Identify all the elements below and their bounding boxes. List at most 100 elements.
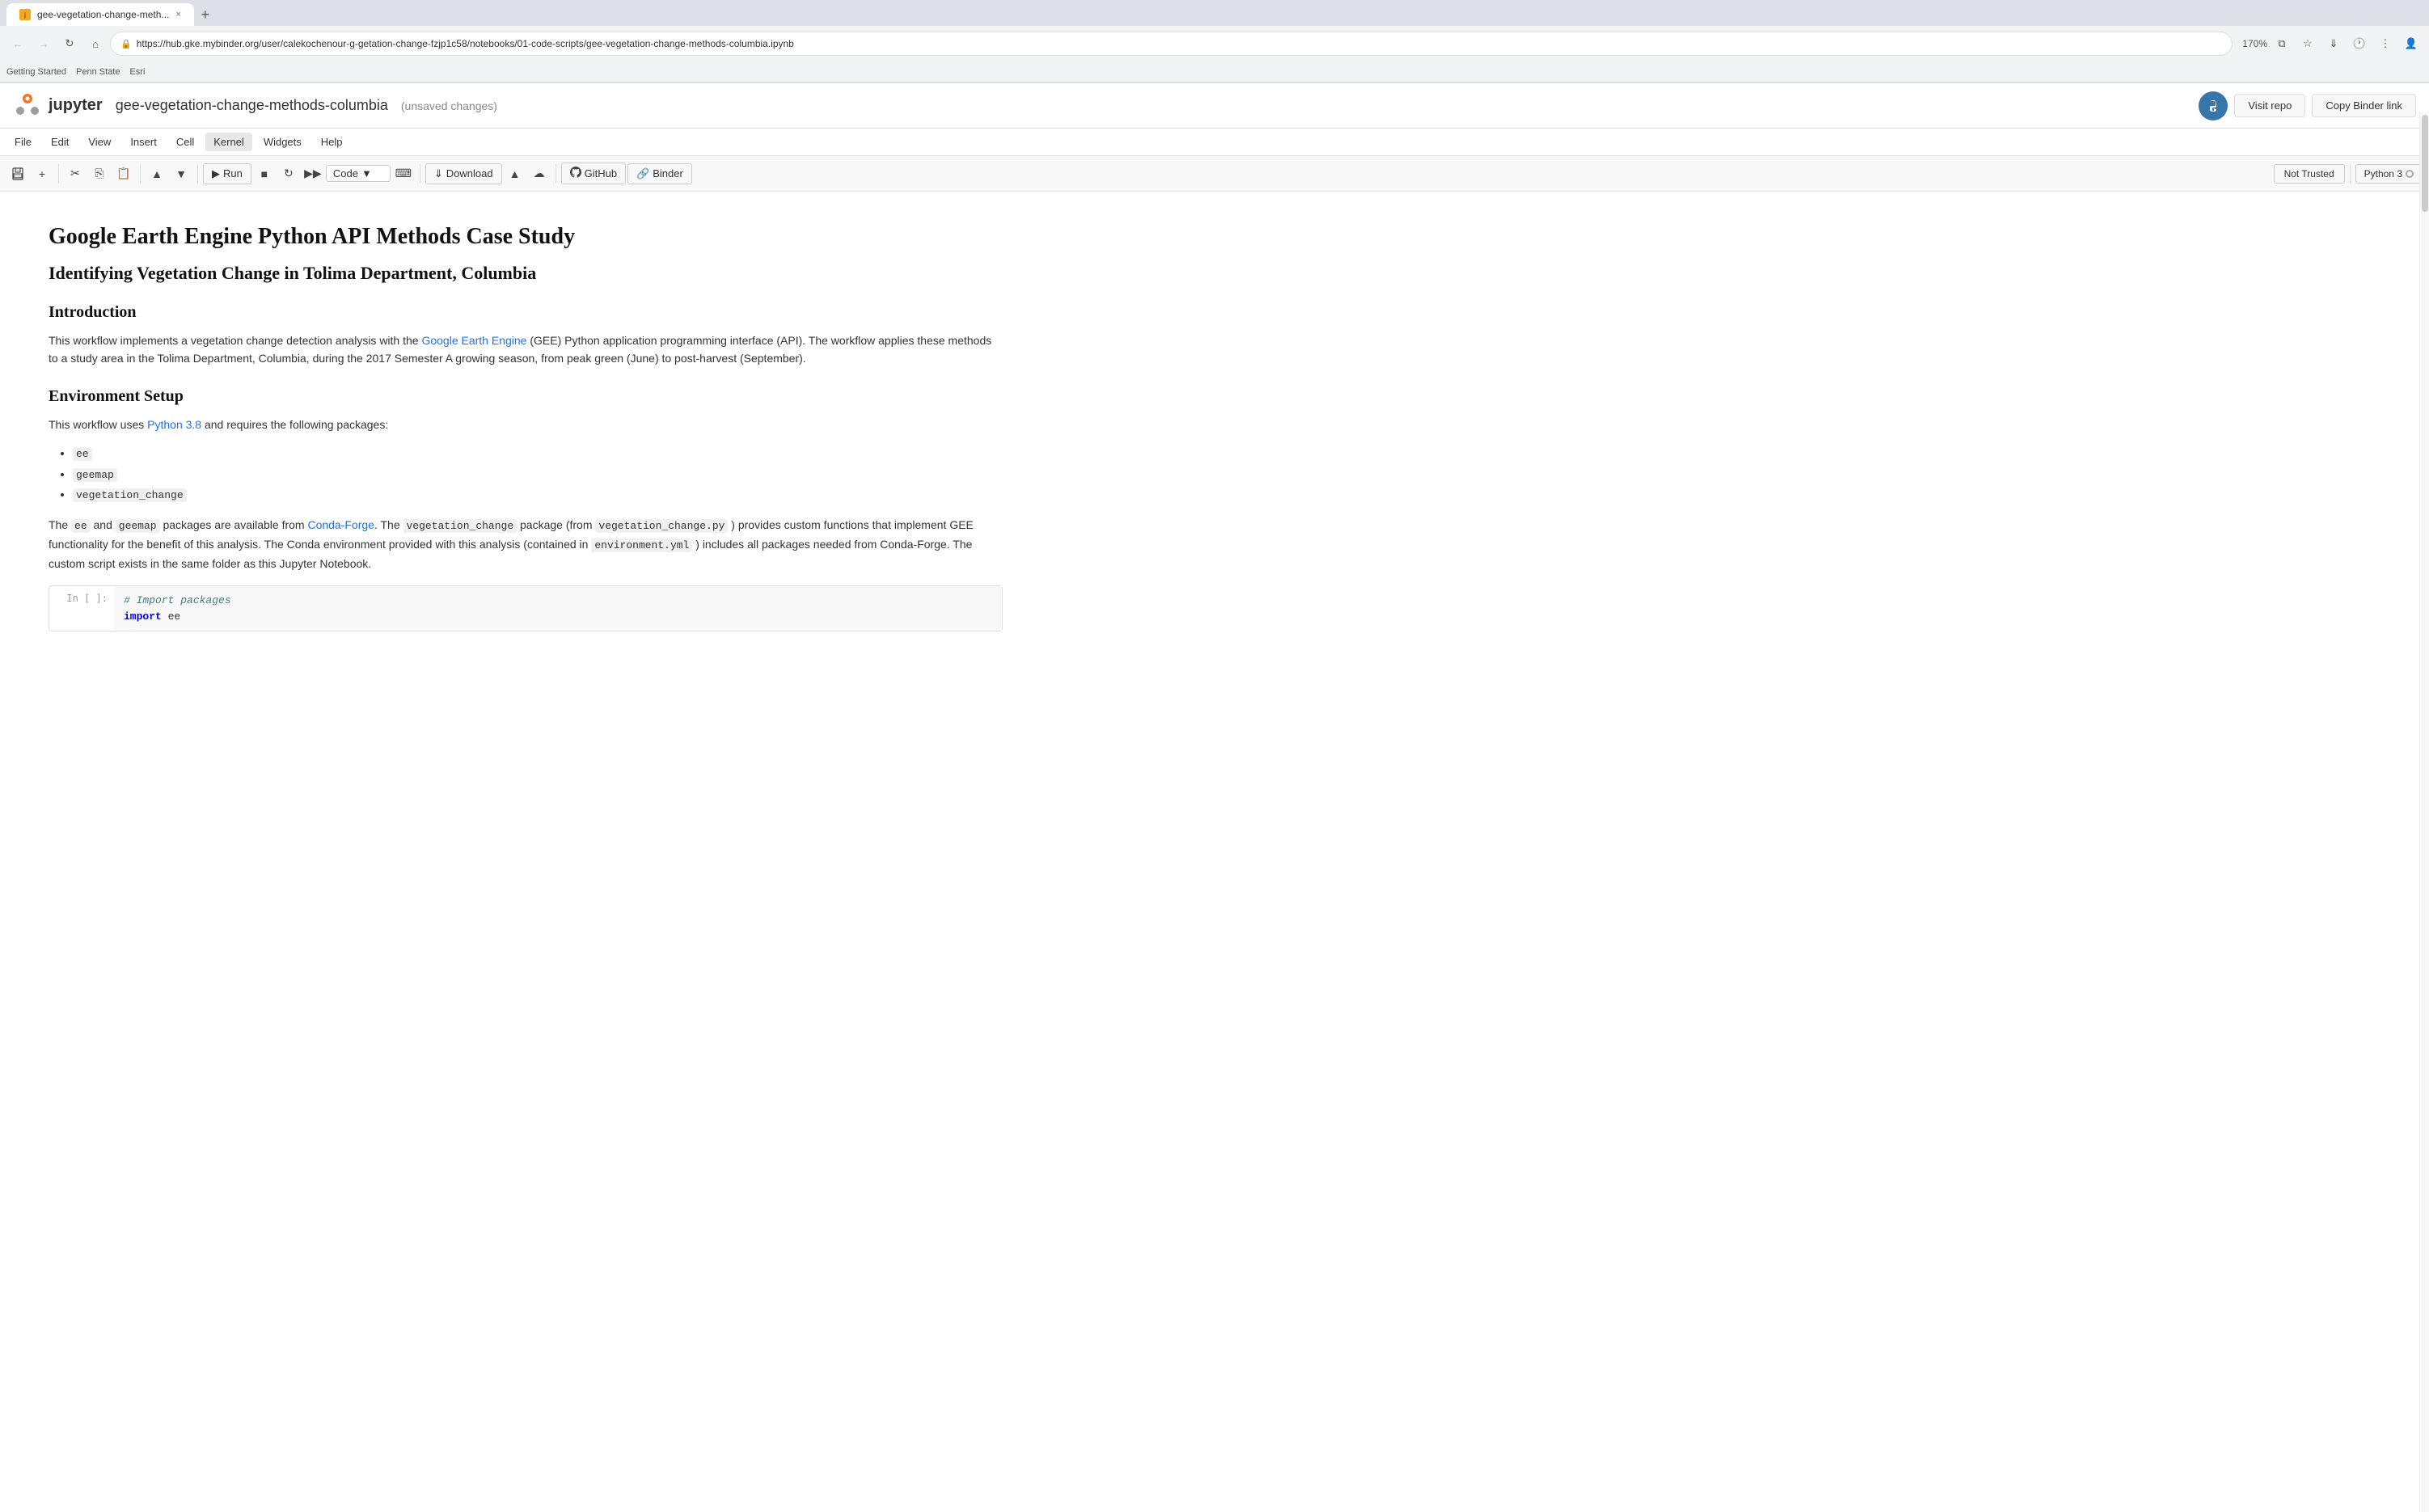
cut-button[interactable]: ✂ — [64, 163, 87, 185]
sep-2 — [140, 164, 141, 184]
menu-view[interactable]: View — [80, 133, 119, 151]
visit-repo-button[interactable]: Visit repo — [2234, 94, 2305, 117]
inline-ee: ee — [71, 519, 91, 533]
stop-button[interactable]: ■ — [253, 163, 276, 185]
settings-icon[interactable]: ⋮ — [2374, 32, 2397, 55]
conda-forge-link[interactable]: Conda-Forge — [307, 518, 374, 531]
bookmark-getting-started-label: Getting Started — [6, 67, 66, 77]
download-button[interactable]: ⇓ Download — [425, 163, 502, 184]
tab-close-button[interactable]: × — [175, 10, 180, 19]
menu-file[interactable]: File — [6, 133, 40, 151]
bookmark-penn-state[interactable]: Penn State — [76, 67, 120, 77]
extensions-icon[interactable]: ⧉ — [2271, 32, 2293, 55]
back-button[interactable]: ← — [6, 32, 29, 55]
cell-label: In [ ]: — [49, 586, 114, 631]
binder-button[interactable]: 🔗 Binder — [627, 163, 692, 184]
sep-6 — [2350, 164, 2351, 184]
cell-type-arrow: ▼ — [361, 167, 372, 179]
scrollbar[interactable] — [2419, 112, 2429, 1512]
download-browser-icon[interactable]: ⇓ — [2322, 32, 2345, 55]
jupyter-menubar: File Edit View Insert Cell Kernel Widget… — [0, 129, 2429, 156]
restart-run-all-button[interactable]: ▶▶ — [302, 163, 324, 185]
notebook-main-title: Google Earth Engine Python API Methods C… — [49, 224, 1003, 250]
inline-yml: environment.yml — [591, 538, 692, 552]
notebook-subtitle: Identifying Vegetation Change in Tolima … — [49, 263, 1003, 284]
inline-script: vegetation_change.py — [595, 519, 728, 533]
save-button[interactable] — [6, 163, 29, 185]
setup-paragraph-1: This workflow uses Python 3.8 and requir… — [49, 416, 1003, 433]
sep-3 — [197, 164, 198, 184]
package-geemap-code: geemap — [73, 468, 117, 482]
menu-kernel[interactable]: Kernel — [205, 133, 252, 151]
paste-button[interactable]: 📋 — [112, 163, 135, 185]
menu-insert[interactable]: Insert — [122, 133, 165, 151]
run-button[interactable]: ▶ Run — [203, 163, 251, 184]
notebook-title[interactable]: gee-vegetation-change-methods-columbia — [116, 97, 388, 114]
kernel-status-circle — [2406, 170, 2414, 178]
scrollbar-thumb[interactable] — [2422, 115, 2428, 212]
header-right: Visit repo Copy Binder link — [2199, 91, 2416, 120]
package-vegetation-change: vegetation_change — [73, 484, 1003, 505]
menu-widgets[interactable]: Widgets — [256, 133, 310, 151]
github-icon — [570, 167, 581, 180]
sep-1 — [58, 164, 59, 184]
cell-type-dropdown[interactable]: Code ▼ — [326, 165, 391, 182]
reload-button[interactable]: ↻ — [58, 32, 81, 55]
active-tab[interactable]: j gee-vegetation-change-meth... × — [6, 3, 194, 26]
python38-link[interactable]: Python 3.8 — [147, 418, 201, 431]
bookmark-icon[interactable]: ☆ — [2296, 32, 2319, 55]
bookmark-esri-label: Esri — [129, 67, 145, 77]
tab-title: gee-vegetation-change-meth... — [37, 9, 169, 20]
move-up-button[interactable]: ▲ — [146, 163, 168, 185]
code-import-line: import ee — [124, 609, 992, 625]
not-trusted-indicator[interactable]: Not Trusted — [2274, 164, 2345, 184]
tab-favicon: j — [19, 9, 31, 20]
code-cell-1[interactable]: In [ ]: # Import packages import ee — [49, 585, 1003, 631]
cloud-download-button[interactable]: ☁ — [528, 163, 551, 185]
home-button[interactable]: ⌂ — [84, 32, 107, 55]
kernel-label: Python 3 — [2364, 168, 2402, 179]
browser-nav: ← → ↻ ⌂ 🔒 https://hub.gke.mybinder.org/u… — [0, 26, 2429, 61]
package-geemap: geemap — [73, 464, 1003, 484]
bookmarks-bar: Getting Started Penn State Esri — [0, 61, 2429, 82]
jupyter-toolbar: + ✂ ⎘ 📋 ▲ ▼ ▶ Run ■ ↻ ▶▶ Code ▼ ⌨ — [0, 156, 2429, 192]
menu-edit[interactable]: Edit — [43, 133, 77, 151]
package-ee-code: ee — [73, 447, 92, 461]
copy-binder-button[interactable]: Copy Binder link — [2312, 94, 2416, 117]
restart-button[interactable]: ↻ — [277, 163, 300, 185]
move-down-button[interactable]: ▼ — [170, 163, 192, 185]
copy-button[interactable]: ⎘ — [88, 163, 111, 185]
binder-label: Binder — [653, 167, 683, 179]
package-vegetation-change-code: vegetation_change — [73, 488, 187, 502]
download-label: Download — [446, 167, 493, 179]
forward-button[interactable]: → — [32, 32, 55, 55]
new-tab-button[interactable]: + — [194, 3, 217, 26]
bookmark-getting-started[interactable]: Getting Started — [6, 67, 66, 77]
code-comment-line: # Import packages — [124, 593, 992, 609]
jupyter-logo-text: jupyter — [49, 96, 103, 115]
github-label: GitHub — [585, 167, 617, 179]
cell-code[interactable]: # Import packages import ee — [114, 586, 1002, 631]
history-icon[interactable]: 🕐 — [2348, 32, 2371, 55]
add-cell-button[interactable]: + — [31, 163, 53, 185]
lock-icon: 🔒 — [120, 39, 132, 49]
package-ee: ee — [73, 443, 1003, 463]
jupyter-wrapper: jupyter gee-vegetation-change-methods-co… — [0, 83, 2429, 1484]
keyboard-shortcuts-button[interactable]: ⌨ — [392, 163, 415, 185]
github-button[interactable]: GitHub — [561, 163, 626, 184]
unsaved-indicator: (unsaved changes) — [401, 99, 497, 112]
cloud-upload-button[interactable]: ▲ — [504, 163, 526, 185]
gee-link[interactable]: Google Earth Engine — [421, 334, 526, 347]
setup-heading: Environment Setup — [49, 387, 1003, 406]
kernel-indicator: Python 3 — [2355, 164, 2423, 184]
run-icon: ▶ — [212, 167, 220, 180]
url-bar[interactable]: 🔒 https://hub.gke.mybinder.org/user/cale… — [110, 32, 2233, 56]
cell-type-value: Code — [333, 167, 358, 179]
intro-paragraph: This workflow implements a vegetation ch… — [49, 332, 1003, 368]
intro-heading: Introduction — [49, 303, 1003, 322]
profile-icon[interactable]: 👤 — [2400, 32, 2423, 55]
nav-right-icons: 170% ⧉ ☆ ⇓ 🕐 ⋮ 👤 — [2239, 32, 2423, 55]
menu-cell[interactable]: Cell — [168, 133, 202, 151]
bookmark-esri[interactable]: Esri — [129, 67, 145, 77]
menu-help[interactable]: Help — [313, 133, 351, 151]
